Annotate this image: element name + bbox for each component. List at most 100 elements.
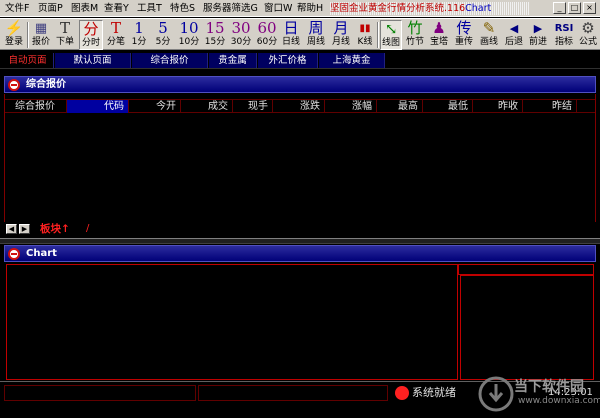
- tower-icon: ♟: [432, 19, 446, 37]
- menu-tools[interactable]: 工具T: [137, 0, 162, 17]
- tab-forex[interactable]: 外汇价格: [258, 53, 318, 68]
- col-header-last-lot[interactable]: 现手: [233, 100, 273, 113]
- sector-divider: /: [86, 223, 90, 234]
- period-30min-label: 30分: [230, 37, 252, 47]
- daily-button[interactable]: 日日线: [280, 20, 302, 50]
- period-5min-button[interactable]: 5 5分: [152, 20, 174, 50]
- menu-special[interactable]: 特色S: [170, 0, 195, 17]
- quote-panel-title: 综合报价: [26, 79, 66, 90]
- menu-window[interactable]: 窗口W: [264, 0, 292, 17]
- period-60min-label: 60分: [256, 37, 278, 47]
- draw-line-label: 画线: [479, 37, 498, 47]
- back-button[interactable]: ◀ 后退: [503, 20, 525, 50]
- tower-button[interactable]: ♟ 宝塔: [428, 20, 450, 50]
- period-60min-icon: 60: [257, 19, 277, 37]
- tab-composite-quote[interactable]: 综合报价: [132, 53, 208, 68]
- bamboo-label: 竹节: [405, 37, 424, 47]
- tick-icon: T: [110, 19, 121, 37]
- period-10min-icon: 10: [179, 19, 199, 37]
- timeshare-button[interactable]: 分分时: [79, 20, 103, 50]
- chart-main-pane[interactable]: [6, 264, 458, 380]
- monthly-button[interactable]: 月月线: [330, 20, 352, 50]
- period-15min-label: 15分: [204, 37, 226, 47]
- tab-auto-page[interactable]: 自动页面: [2, 53, 54, 68]
- col-header-high[interactable]: 最高: [377, 100, 423, 113]
- menu-server-filter[interactable]: 服务器筛选G: [203, 0, 258, 17]
- weekly-button[interactable]: 周周线: [304, 20, 328, 50]
- forward-button[interactable]: ▶ 前进: [527, 20, 549, 50]
- col-header-open[interactable]: 今开: [129, 100, 181, 113]
- tab-default-page[interactable]: 默认页面: [55, 53, 131, 68]
- chart-panel-header: Chart: [4, 245, 596, 262]
- line-chart-icon: ⤡: [384, 20, 398, 38]
- quote-button[interactable]: ▦ 报价: [30, 20, 52, 50]
- menu-file[interactable]: 文件F: [5, 0, 29, 17]
- col-header-prev-close[interactable]: 昨收: [473, 100, 523, 113]
- login-button[interactable]: ⚡ 登录: [2, 20, 26, 50]
- tick-label: 分笔: [106, 37, 125, 47]
- back-arrow-icon: ◀: [509, 22, 519, 35]
- indicator-label: 指标: [554, 37, 573, 47]
- line-chart-label: 线图: [381, 38, 400, 48]
- col-header-change-pct[interactable]: 涨幅: [325, 100, 377, 113]
- tab-shanghai-gold[interactable]: 上海黄金: [319, 53, 385, 68]
- draw-line-button[interactable]: ✎ 画线: [477, 20, 501, 50]
- tick-button[interactable]: T 分笔: [104, 20, 128, 50]
- formula-label: 公式: [578, 37, 597, 47]
- order-icon: T: [59, 19, 70, 37]
- logo-icon: [8, 79, 20, 91]
- status-cell: [4, 385, 196, 401]
- col-header-name[interactable]: 综合报价: [5, 100, 67, 113]
- col-header-volume[interactable]: 成交: [181, 100, 233, 113]
- line-chart-button[interactable]: ⤡ 线图: [380, 20, 402, 50]
- status-cell: [198, 385, 388, 401]
- toolbar-separator: [377, 22, 379, 48]
- period-15min-button[interactable]: 15 15分: [203, 20, 227, 50]
- menu-view[interactable]: 查看Y: [104, 0, 129, 17]
- login-icon: ⚡: [4, 19, 24, 37]
- panel-splitter[interactable]: [0, 238, 600, 244]
- period-1min-button[interactable]: 1 1分: [129, 20, 149, 50]
- login-label: 登录: [4, 37, 23, 47]
- window-title-text: 坚固金业黄金行情分析系统.116: [330, 3, 466, 14]
- menu-help[interactable]: 帮助H: [297, 0, 323, 17]
- kline-button[interactable]: ▮▮ K线: [354, 20, 376, 50]
- restore-button[interactable]: □: [568, 2, 581, 14]
- col-header-prev-settle[interactable]: 昨结: [523, 100, 577, 113]
- chart-info-pane[interactable]: [460, 275, 594, 380]
- menu-chart[interactable]: 图表M: [71, 0, 98, 17]
- minimize-button[interactable]: _: [553, 2, 566, 14]
- menu-page[interactable]: 页面P: [38, 0, 63, 17]
- menu-bar: 文件F 页面P 图表M 查看Y 工具T 特色S 服务器筛选G 窗口W 帮助H 坚…: [0, 0, 600, 17]
- col-header-change[interactable]: 涨跌: [273, 100, 325, 113]
- sector-tab[interactable]: 板块↑: [40, 222, 70, 236]
- tab-precious-metals[interactable]: 贵金属: [209, 53, 257, 68]
- indicator-button[interactable]: RSI 指标: [552, 20, 576, 50]
- period-5min-icon: 5: [158, 19, 168, 37]
- scroll-right-icon[interactable]: ▶: [19, 224, 30, 234]
- quote-table[interactable]: 综合报价 代码 今开 成交 现手 涨跌 涨幅 最高 最低 昨收 昨结: [4, 94, 596, 222]
- gear-icon: ⚙: [581, 19, 595, 37]
- candlestick-icon: ▮▮: [359, 23, 371, 34]
- period-30min-button[interactable]: 30 30分: [229, 20, 253, 50]
- scroll-left-icon[interactable]: ◀: [6, 224, 17, 234]
- col-header-code[interactable]: 代码: [67, 100, 129, 113]
- period-1min-label: 1分: [131, 37, 147, 47]
- close-button[interactable]: ×: [583, 2, 596, 14]
- period-60min-button[interactable]: 60 60分: [255, 20, 279, 50]
- formula-button[interactable]: ⚙ 公式: [577, 20, 599, 50]
- chart-area[interactable]: [4, 262, 596, 380]
- weekly-icon: 周: [308, 19, 324, 37]
- order-button[interactable]: T 下单: [53, 20, 77, 50]
- period-10min-button[interactable]: 10 10分: [177, 20, 201, 50]
- status-text: 系统就绪: [412, 386, 456, 399]
- period-15min-icon: 15: [205, 19, 225, 37]
- bamboo-button[interactable]: 竹竹节: [404, 20, 426, 50]
- col-header-low[interactable]: 最低: [423, 100, 473, 113]
- monthly-icon: 月: [333, 19, 349, 37]
- tower-label: 宝塔: [429, 37, 448, 47]
- order-label: 下单: [55, 37, 74, 47]
- resend-button[interactable]: 传重传: [453, 20, 475, 50]
- window-title: 坚固金业黄金行情分析系统.116Chart: [330, 2, 530, 15]
- logo-icon: [8, 248, 20, 260]
